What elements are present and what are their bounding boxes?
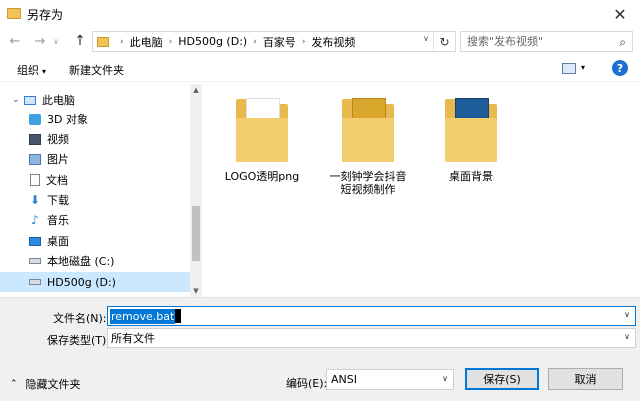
- filename-label: 文件名(N):: [53, 312, 107, 325]
- document-icon: [30, 174, 40, 186]
- window-title: 另存为: [27, 8, 64, 22]
- folder-item[interactable]: 一刻钟学会抖音短视频制作: [318, 96, 418, 196]
- breadcrumb-separator: ›: [301, 36, 306, 47]
- sidebar-item-this-pc[interactable]: ⌄ 此电脑: [0, 90, 190, 110]
- search-input[interactable]: [467, 35, 607, 48]
- view-options-dropdown[interactable]: ▾: [581, 63, 585, 72]
- scrollbar-thumb[interactable]: [192, 206, 200, 261]
- breadcrumb-separator: ›: [168, 36, 173, 47]
- folder-name: 一刻钟学会抖音短视频制作: [329, 170, 407, 196]
- sidebar-item-label: 视频: [47, 133, 69, 146]
- sidebar-item-label: 3D 对象: [47, 113, 88, 126]
- sidebar-item-desktop[interactable]: 桌面: [0, 231, 190, 251]
- folder-icon: [338, 96, 398, 164]
- filename-value[interactable]: remove.bat: [110, 308, 176, 324]
- search-box[interactable]: ⌕: [460, 31, 633, 52]
- music-icon: ♪: [31, 213, 39, 227]
- help-icon[interactable]: ?: [612, 60, 628, 76]
- breadcrumb-separator: ›: [120, 36, 124, 47]
- breadcrumb-publish-video[interactable]: 发布视频: [311, 34, 355, 50]
- sidebar-item-label: 音乐: [47, 214, 69, 227]
- sidebar-item-drive-d[interactable]: HD500g (D:): [0, 272, 190, 292]
- folder-item[interactable]: 桌面背景: [421, 96, 521, 183]
- filetype-select[interactable]: 所有文件 ∨: [107, 328, 636, 348]
- breadcrumb-drive-d[interactable]: HD500g (D:): [178, 35, 247, 48]
- filetype-value: 所有文件: [111, 332, 155, 345]
- navigation-scrollbar[interactable]: ▲ ▼: [190, 84, 202, 297]
- address-bar[interactable]: › 此电脑 › HD500g (D:) › 百家号 › 发布视频 ∨ ↻: [92, 31, 456, 52]
- hide-folders-button[interactable]: ⌃ 隐藏文件夹: [10, 376, 81, 392]
- save-options-panel: 文件名(N): remove.bat ∨ 保存类型(T): 所有文件 ∨ ⌃ 隐…: [0, 297, 640, 401]
- folder-app-icon: [7, 8, 21, 19]
- sidebar-item-documents[interactable]: 文档: [0, 170, 190, 190]
- 3d-objects-icon: [29, 113, 41, 125]
- chevron-up-icon: ⌃: [10, 379, 18, 389]
- encoding-label: 编码(E):: [286, 377, 328, 390]
- hide-folders-label: 隐藏文件夹: [25, 378, 81, 391]
- breadcrumb-separator: ›: [253, 36, 257, 47]
- folder-item[interactable]: LOGO透明png: [212, 96, 312, 183]
- folder-icon: [97, 36, 109, 47]
- sidebar-item-drive-c[interactable]: 本地磁盘 (C:): [0, 251, 190, 271]
- desktop-icon: [29, 236, 41, 246]
- chevron-down-icon[interactable]: ∨: [624, 310, 630, 319]
- chevron-down-icon: ▾: [42, 67, 47, 76]
- filename-input[interactable]: remove.bat ∨: [107, 306, 636, 326]
- sidebar-item-label: HD500g (D:): [47, 275, 116, 289]
- drive-icon: [29, 279, 41, 285]
- scroll-up-icon[interactable]: ▲: [190, 84, 202, 96]
- encoding-select[interactable]: ANSI ∨: [326, 369, 454, 390]
- sidebar-item-label: 文档: [46, 174, 68, 187]
- drive-icon: [29, 258, 41, 264]
- scroll-down-icon[interactable]: ▼: [190, 285, 202, 297]
- navigation-pane: ⌄ 此电脑 3D 对象 视频 图片 文档 ⬇ 下载 ♪ 音乐 桌面 本地磁盘 (…: [0, 84, 202, 297]
- folder-name: 桌面背景: [449, 170, 493, 183]
- filetype-label: 保存类型(T):: [47, 334, 111, 347]
- sidebar-item-music[interactable]: ♪ 音乐: [0, 210, 190, 230]
- video-icon: [29, 133, 41, 145]
- sidebar-item-video[interactable]: 视频: [0, 129, 190, 149]
- download-icon: ⬇: [29, 193, 41, 207]
- recent-locations-button[interactable]: ∨: [50, 32, 62, 50]
- forward-button[interactable]: →: [30, 32, 50, 50]
- chevron-down-icon[interactable]: ∨: [624, 332, 630, 341]
- breadcrumb-baijiahao[interactable]: 百家号: [263, 34, 296, 50]
- encoding-value: ANSI: [331, 373, 357, 386]
- refresh-button[interactable]: ↻: [433, 32, 455, 51]
- cancel-button[interactable]: 取消: [548, 368, 623, 390]
- expand-caret-icon[interactable]: ⌄: [12, 95, 20, 105]
- picture-icon: [29, 153, 41, 165]
- command-toolbar: 组织 ▾ 新建文件夹 ▾ ?: [0, 56, 640, 82]
- file-list: LOGO透明png 一刻钟学会抖音短视频制作 桌面背景: [203, 84, 640, 297]
- folder-icon: [232, 96, 292, 164]
- view-options-icon[interactable]: [562, 63, 576, 74]
- organize-label: 组织: [17, 64, 39, 77]
- title-bar: 另存为 ✕: [0, 0, 640, 28]
- search-icon[interactable]: ⌕: [619, 35, 626, 50]
- new-folder-button[interactable]: 新建文件夹: [69, 62, 124, 78]
- sidebar-item-3d-objects[interactable]: 3D 对象: [0, 109, 190, 129]
- save-button[interactable]: 保存(S): [465, 368, 539, 390]
- back-button[interactable]: ←: [5, 32, 25, 50]
- sidebar-item-label: 此电脑: [42, 94, 75, 107]
- chevron-down-icon[interactable]: ∨: [442, 374, 448, 383]
- sidebar-item-label: 下载: [47, 194, 69, 207]
- address-row: ← → ∨ ↑ › 此电脑 › HD500g (D:) › 百家号 › 发布视频…: [0, 28, 640, 54]
- folder-name: LOGO透明png: [224, 170, 300, 183]
- chevron-down-icon[interactable]: ∨: [423, 34, 429, 43]
- sidebar-item-pictures[interactable]: 图片: [0, 149, 190, 169]
- sidebar-item-label: 桌面: [47, 235, 69, 248]
- sidebar-item-label: 本地磁盘 (C:): [47, 255, 115, 268]
- text-cursor: [175, 309, 182, 323]
- folder-icon: [441, 96, 501, 164]
- sidebar-item-label: 图片: [47, 153, 69, 166]
- sidebar-item-downloads[interactable]: ⬇ 下载: [0, 190, 190, 210]
- breadcrumb-this-pc[interactable]: 此电脑: [130, 34, 163, 50]
- up-button[interactable]: ↑: [70, 32, 90, 50]
- organize-button[interactable]: 组织 ▾: [17, 62, 46, 78]
- pc-icon: [24, 95, 36, 105]
- close-button[interactable]: ✕: [600, 0, 640, 28]
